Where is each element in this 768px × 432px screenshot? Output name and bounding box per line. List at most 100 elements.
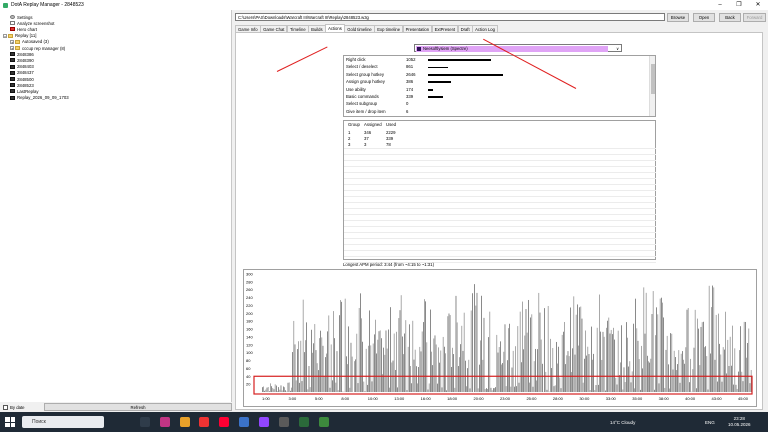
tab-draft[interactable]: Draft <box>457 25 473 32</box>
tab-extpresent[interactable]: ExtPresent <box>431 25 459 32</box>
refresh-button[interactable]: Refresh <box>44 403 232 411</box>
apm-bar <box>647 355 648 392</box>
apm-bar <box>417 383 418 392</box>
back-button[interactable]: Back <box>719 13 741 22</box>
tab-gold-timeline[interactable]: Gold timeline <box>344 25 375 32</box>
apm-bar <box>659 298 661 392</box>
tab-actions[interactable]: Actions <box>325 24 345 32</box>
apm-bar <box>489 311 491 392</box>
apm-bar <box>665 349 667 392</box>
tree-item[interactable]: 2848500 <box>10 76 34 82</box>
tab-action-log[interactable]: Action Log <box>472 25 498 32</box>
apm-bar <box>284 387 285 392</box>
apm-bar <box>495 387 496 392</box>
clock[interactable]: 23:28 10.05.2026 <box>728 412 751 432</box>
language-indicator[interactable]: ENG <box>705 412 715 432</box>
replay-manager-taskbar-icon[interactable] <box>319 417 329 427</box>
apm-bar <box>396 331 397 392</box>
player-dropdown[interactable]: Neesoftlysiem (Spectre) ∨ <box>414 44 622 52</box>
tree-item[interactable]: Settings <box>10 14 33 20</box>
browse-button[interactable]: Browse <box>667 13 689 22</box>
apm-bar <box>477 388 479 392</box>
app-icon-misc[interactable] <box>279 417 289 427</box>
tab-presentation[interactable]: Presentation <box>402 25 433 32</box>
tree-item[interactable]: 2848403 <box>10 64 34 70</box>
tree-item[interactable]: 2848386 <box>10 51 34 57</box>
tab-builds[interactable]: Builds <box>308 25 326 32</box>
apm-bar <box>444 346 445 392</box>
apm-bar <box>710 353 711 392</box>
close-button[interactable]: ✕ <box>748 0 768 10</box>
tree-item[interactable]: 2848390 <box>10 57 34 63</box>
apm-bar <box>668 364 669 392</box>
window-title: DotA Replay Manager - 2848523 <box>11 2 84 8</box>
tab-timeline[interactable]: Timeline <box>286 25 309 32</box>
apm-bar <box>377 339 379 392</box>
tree-item[interactable]: 2848523 <box>10 82 34 88</box>
opera-icon[interactable] <box>199 417 209 427</box>
tree-item[interactable]: − Replay [11] <box>3 33 36 39</box>
apm-bar <box>679 382 681 392</box>
apm-bar <box>672 369 674 392</box>
apm-bar <box>741 371 743 392</box>
expand-icon[interactable]: + <box>10 39 14 44</box>
table-gridline <box>344 202 656 203</box>
apm-bar <box>332 380 333 392</box>
apm-bar <box>441 387 443 392</box>
table-gridline <box>344 250 656 251</box>
collapse-icon[interactable]: − <box>3 33 7 38</box>
file-explorer-icon[interactable] <box>180 417 190 427</box>
action-stat-bar <box>428 73 503 76</box>
tree-item-label: Settings <box>17 14 33 20</box>
scrollbar-thumb[interactable] <box>651 64 655 94</box>
replay-path-input[interactable]: C:\Users\PAS\Downloads\Warcraft III\Warc… <box>235 13 665 21</box>
apm-bar <box>344 298 346 392</box>
apm-bar <box>704 347 705 392</box>
apm-bar <box>306 322 307 392</box>
actions-panel: Neesoftlysiem (Spectre) ∨ Right click 105… <box>235 32 763 410</box>
apm-bar <box>594 390 596 392</box>
apm-bar <box>655 335 656 392</box>
apm-bar <box>619 375 620 392</box>
open-button[interactable]: Open <box>693 13 715 22</box>
tree-item[interactable]: Hero chart <box>10 26 37 32</box>
tree-item-label: 2848403 <box>17 64 34 70</box>
tree-item[interactable]: 2848437 <box>10 70 34 76</box>
windows-start-icon[interactable] <box>5 417 15 427</box>
edge-icon[interactable] <box>239 417 249 427</box>
action-stat-bar <box>428 88 433 91</box>
instagram-icon[interactable] <box>160 417 170 427</box>
tree-item[interactable]: + cccup rep manager (8) <box>10 45 65 51</box>
tree-item[interactable]: + Autosaved (3) <box>10 39 49 45</box>
tree-footer: By date Refresh <box>0 402 232 412</box>
by-date-checkbox[interactable] <box>3 404 8 410</box>
dota-icon[interactable] <box>299 417 309 427</box>
apm-bar <box>358 307 360 392</box>
apm-bar <box>675 357 676 392</box>
tree-item[interactable]: Replay_2026_09_09_1703 <box>10 95 69 101</box>
stats-scrollbar[interactable] <box>649 56 655 116</box>
action-stat-label: Select subgroup <box>346 101 378 107</box>
apm-bar <box>599 294 600 392</box>
forward-button[interactable]: Forward <box>743 13 766 22</box>
twitch-icon[interactable] <box>259 417 269 427</box>
task-view-icon[interactable] <box>140 417 150 427</box>
weather-widget[interactable]: 14°C Cloudy <box>610 412 635 432</box>
maximize-button[interactable]: ❐ <box>729 0 749 10</box>
apm-bar <box>274 384 276 392</box>
tab-game-info[interactable]: Game Info <box>235 25 261 32</box>
apm-bar <box>276 385 277 392</box>
minimize-button[interactable]: – <box>710 0 730 10</box>
tree-item[interactable]: Analyze screenshot <box>10 20 55 26</box>
apm-bar <box>676 370 677 392</box>
x-tick-label: 18:00 <box>447 396 458 401</box>
youtube-icon[interactable] <box>219 417 229 427</box>
apm-bar <box>333 311 334 392</box>
taskbar-search[interactable]: Поиск <box>22 416 104 428</box>
tab-game-chat[interactable]: Game Chat <box>260 25 288 32</box>
y-tick-label: 180 <box>246 319 253 324</box>
tab-exp-timeline[interactable]: Exp timeline <box>374 25 404 32</box>
apm-bar <box>316 363 318 392</box>
expand-icon[interactable]: + <box>10 46 14 51</box>
tree-item[interactable]: LastReplay <box>10 88 39 94</box>
